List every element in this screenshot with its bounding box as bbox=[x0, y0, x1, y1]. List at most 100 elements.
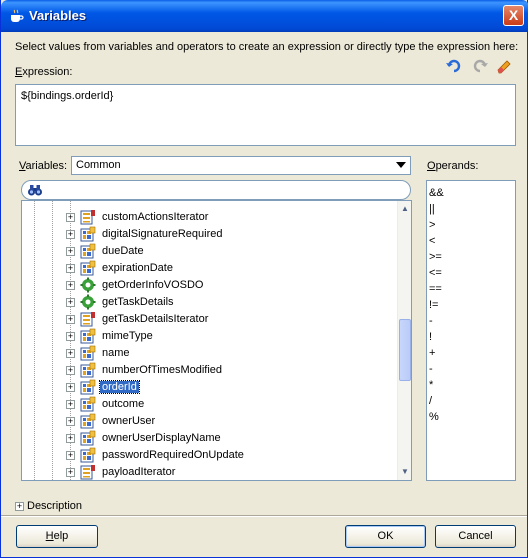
undo-icon[interactable] bbox=[445, 58, 463, 74]
operand-item[interactable]: - bbox=[429, 313, 513, 329]
expand-plus-icon[interactable]: + bbox=[66, 332, 75, 341]
tree-node[interactable]: + orderId bbox=[22, 379, 398, 396]
operand-item[interactable]: / bbox=[429, 393, 513, 409]
operand-item[interactable]: || bbox=[429, 201, 513, 217]
attribute-icon bbox=[80, 396, 96, 412]
tree-node[interactable]: + digitalSignatureRequired bbox=[22, 226, 398, 243]
attribute-icon bbox=[80, 260, 96, 276]
instruction-text: Select values from variables and operato… bbox=[15, 41, 519, 53]
expand-plus-icon[interactable]: + bbox=[66, 315, 75, 324]
expand-plus-icon[interactable]: + bbox=[66, 230, 75, 239]
attribute-icon bbox=[80, 447, 96, 463]
expand-plus-icon[interactable]: + bbox=[66, 213, 75, 222]
tree-node-label: outcome bbox=[102, 398, 145, 410]
eraser-icon[interactable] bbox=[495, 58, 513, 74]
redo-icon[interactable] bbox=[471, 58, 489, 74]
tree-node-label: getOrderInfoVOSDO bbox=[102, 279, 204, 291]
variables-dropdown[interactable]: Common bbox=[71, 156, 411, 175]
tree-node[interactable]: + passwordRequiredOnUpdate bbox=[22, 447, 398, 464]
scroll-down-icon[interactable]: ▼ bbox=[400, 467, 410, 477]
iterator-icon bbox=[80, 311, 96, 327]
operands-list[interactable]: && || > < >= <= == != -! + - * /% bbox=[426, 180, 516, 481]
variables-tree[interactable]: + customActionsIterator + digitalSignatureR… bbox=[21, 200, 412, 481]
expand-plus-icon[interactable]: + bbox=[66, 264, 75, 273]
scroll-up-icon[interactable]: ▲ bbox=[400, 204, 410, 214]
expand-plus-icon[interactable]: + bbox=[66, 349, 75, 358]
tree-node-label: passwordRequiredOnUpdate bbox=[102, 449, 244, 461]
expression-textarea[interactable]: ${bindings.orderId} bbox=[15, 84, 516, 146]
operand-item[interactable]: * bbox=[429, 377, 513, 393]
attribute-icon bbox=[80, 362, 96, 378]
operand-item[interactable]: + bbox=[429, 345, 513, 361]
expand-plus-icon[interactable]: + bbox=[66, 434, 75, 443]
attribute-icon bbox=[80, 413, 96, 429]
expand-plus-icon[interactable]: + bbox=[66, 451, 75, 460]
description-toggle[interactable]: + Description bbox=[15, 500, 82, 512]
title-bar[interactable]: Variables X bbox=[1, 0, 528, 32]
operand-item[interactable]: <= bbox=[429, 265, 513, 281]
operands-label: Operands: bbox=[427, 160, 479, 172]
tree-node-label: getTaskDetailsIterator bbox=[102, 313, 209, 325]
operand-item[interactable]: > bbox=[429, 217, 513, 233]
tree-node[interactable]: + customActionsIterator bbox=[22, 209, 398, 226]
expression-label: Expression: bbox=[15, 66, 73, 78]
tree-node[interactable]: + expirationDate bbox=[22, 260, 398, 277]
attribute-icon bbox=[80, 328, 96, 344]
attribute-icon bbox=[80, 226, 96, 242]
operand-item[interactable]: >= bbox=[429, 249, 513, 265]
ok-button[interactable]: OK bbox=[345, 525, 426, 548]
help-button[interactable]: Help bbox=[16, 525, 98, 548]
operand-item[interactable]: % bbox=[429, 409, 513, 425]
tree-node-label: digitalSignatureRequired bbox=[102, 228, 223, 240]
tree-node[interactable]: + getOrderInfoVOSDO bbox=[22, 277, 398, 294]
tree-node-label: name bbox=[102, 347, 130, 359]
operand-item[interactable]: < bbox=[429, 233, 513, 249]
tree-node[interactable]: + mimeType bbox=[22, 328, 398, 345]
expand-plus-icon[interactable]: + bbox=[66, 366, 75, 375]
close-button[interactable]: X bbox=[503, 5, 524, 26]
tree-node[interactable]: + ownerUser bbox=[22, 413, 398, 430]
tree-node[interactable]: + numberOfTimesModified bbox=[22, 362, 398, 379]
expand-plus-icon[interactable]: + bbox=[66, 400, 75, 409]
tree-node-label: getTaskDetails bbox=[102, 296, 174, 308]
method-icon bbox=[80, 294, 96, 310]
operand-item[interactable]: == bbox=[429, 281, 513, 297]
attribute-icon bbox=[80, 243, 96, 259]
tree-node[interactable]: + dueDate bbox=[22, 243, 398, 260]
search-input[interactable] bbox=[21, 180, 411, 200]
expand-plus-icon[interactable]: + bbox=[66, 281, 75, 290]
expand-plus-icon[interactable]: + bbox=[66, 298, 75, 307]
expand-plus-icon[interactable]: + bbox=[66, 468, 75, 477]
chevron-down-icon[interactable] bbox=[396, 162, 406, 168]
tree-node-label: customActionsIterator bbox=[102, 211, 209, 223]
tree-node[interactable]: + ownerUserDisplayName bbox=[22, 430, 398, 447]
variables-label: Variables: bbox=[19, 160, 68, 172]
operand-item[interactable]: != bbox=[429, 297, 513, 313]
window-title: Variables bbox=[29, 8, 87, 23]
tree-node-label: expirationDate bbox=[102, 262, 173, 274]
binoculars-icon[interactable] bbox=[27, 183, 43, 197]
tree-node[interactable]: + payloadIterator bbox=[22, 464, 398, 480]
attribute-icon bbox=[80, 379, 96, 395]
iterator-icon bbox=[80, 464, 96, 480]
operand-item[interactable]: && bbox=[429, 185, 513, 201]
expand-plus-icon[interactable]: + bbox=[66, 383, 75, 392]
expand-plus-icon[interactable]: + bbox=[66, 247, 75, 256]
tree-node[interactable]: + outcome bbox=[22, 396, 398, 413]
attribute-icon bbox=[80, 430, 96, 446]
operand-item[interactable]: - bbox=[429, 361, 513, 377]
tree-node[interactable]: + getTaskDetailsIterator bbox=[22, 311, 398, 328]
scrollbar-thumb[interactable] bbox=[399, 319, 411, 381]
expand-plus-icon[interactable]: + bbox=[15, 501, 24, 511]
tree-node-label: numberOfTimesModified bbox=[102, 364, 223, 376]
cancel-button[interactable]: Cancel bbox=[435, 525, 516, 548]
tree-node-label: mimeType bbox=[102, 330, 153, 342]
vertical-scrollbar[interactable]: ▲ ▼ bbox=[397, 201, 411, 480]
tree-node[interactable]: + getTaskDetails bbox=[22, 294, 398, 311]
expand-plus-icon[interactable]: + bbox=[66, 417, 75, 426]
operand-item[interactable]: ! bbox=[429, 329, 513, 345]
method-icon bbox=[80, 277, 96, 293]
tree-node[interactable]: + name bbox=[22, 345, 398, 362]
variables-dropdown-value: Common bbox=[76, 159, 121, 171]
iterator-icon bbox=[80, 209, 96, 225]
